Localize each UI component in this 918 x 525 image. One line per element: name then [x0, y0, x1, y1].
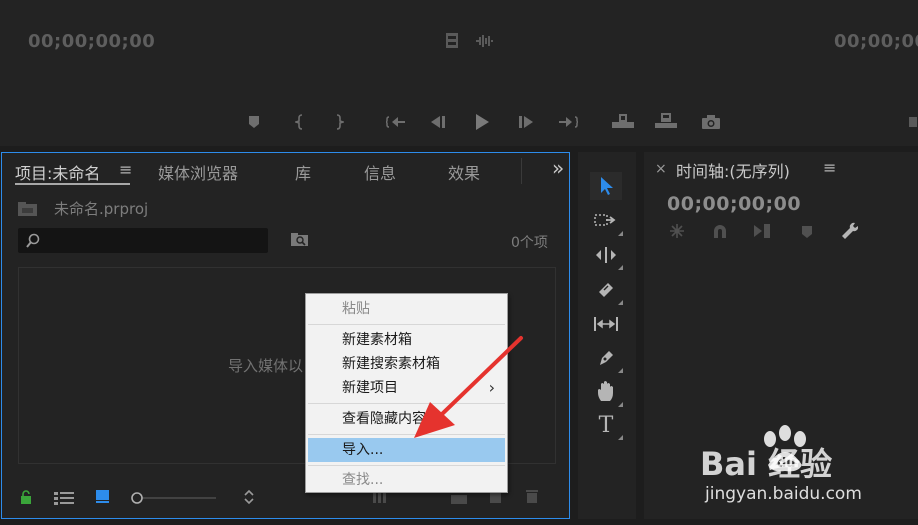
go-to-in-icon[interactable] [385, 112, 407, 132]
button-editor-icon[interactable] [906, 112, 918, 132]
item-count: 0个项 [511, 235, 548, 251]
timeline-timecode[interactable]: 00;00;00;00 [667, 193, 801, 215]
project-bin-icon [17, 201, 39, 217]
menu-item-paste[interactable]: 粘贴 [308, 297, 505, 321]
tool-expand-indicator [618, 435, 623, 440]
active-tab-indicator [15, 183, 130, 185]
dropzone-hint: 导入媒体以 [228, 357, 304, 375]
search-icon [26, 233, 40, 248]
linked-selection-icon[interactable] [752, 222, 774, 242]
step-back-icon[interactable] [428, 112, 448, 132]
annotation-arrow-icon [414, 336, 523, 438]
close-panel-icon[interactable]: × [655, 161, 667, 177]
lock-icon[interactable] [20, 489, 34, 505]
menu-separator [308, 465, 505, 466]
tool-expand-indicator [618, 402, 623, 407]
timecode-duration[interactable]: 00;00;00;00 [834, 31, 918, 52]
go-to-out-icon[interactable] [557, 112, 579, 132]
slip-tool-icon[interactable] [590, 310, 622, 338]
tab-divider [521, 158, 522, 184]
icon-view-icon[interactable] [95, 489, 111, 505]
overwrite-icon[interactable] [653, 111, 679, 131]
film-icon[interactable] [444, 31, 460, 49]
find-in-bin-icon[interactable] [290, 232, 310, 248]
watermark-brand: Bai 经验 [700, 445, 833, 483]
panel-menu-icon[interactable]: ≡ [119, 160, 132, 179]
menu-item-find[interactable]: 查找... [308, 468, 505, 492]
audio-waveform-icon[interactable] [474, 33, 496, 49]
list-view-icon[interactable] [54, 490, 76, 505]
mark-out-icon[interactable] [331, 112, 347, 132]
overflow-tabs-icon[interactable]: » [552, 156, 564, 180]
tab-libraries[interactable]: 库 [295, 160, 311, 184]
tab-media-browser[interactable]: 媒体浏览器 [158, 160, 238, 184]
tool-expand-indicator [618, 368, 623, 373]
camera-icon[interactable] [700, 112, 722, 132]
sort-icon[interactable] [243, 489, 257, 507]
menu-item-new-item-label: 新建项目 [342, 380, 398, 396]
insert-icon[interactable] [610, 111, 636, 131]
tool-expand-indicator [618, 231, 623, 236]
tools-panel: T [578, 152, 636, 519]
wrench-icon[interactable] [840, 221, 860, 241]
search-input[interactable] [18, 228, 268, 253]
project-filename: 未命名.prproj [54, 200, 149, 218]
timeline-title: 时间轴:(无序列) [676, 162, 790, 181]
menu-separator [308, 324, 505, 325]
tab-project[interactable]: 项目:未命名 [15, 160, 100, 184]
marker-icon[interactable] [245, 112, 263, 132]
add-marker-icon[interactable] [801, 224, 815, 240]
snap-icon[interactable] [712, 223, 730, 241]
tool-expand-indicator [618, 300, 623, 305]
tab-effects[interactable]: 效果 [448, 160, 480, 184]
snap-nest-icon[interactable] [668, 223, 688, 241]
timecode-current[interactable]: 00;00;00;00 [28, 31, 155, 52]
zoom-slider[interactable] [130, 490, 218, 504]
watermark-url: jingyan.baidu.com [705, 484, 862, 504]
tab-info[interactable]: 信息 [364, 160, 396, 184]
step-forward-icon[interactable] [516, 112, 536, 132]
source-monitor: 00;00;00;00 00;00;00;00 [0, 0, 918, 146]
mark-in-icon[interactable] [292, 112, 308, 132]
tool-expand-indicator [618, 265, 623, 270]
trash-icon[interactable] [525, 488, 541, 506]
selection-tool-icon[interactable] [590, 172, 622, 200]
play-icon[interactable] [472, 111, 492, 133]
timeline-menu-icon[interactable]: ≡ [823, 158, 836, 177]
